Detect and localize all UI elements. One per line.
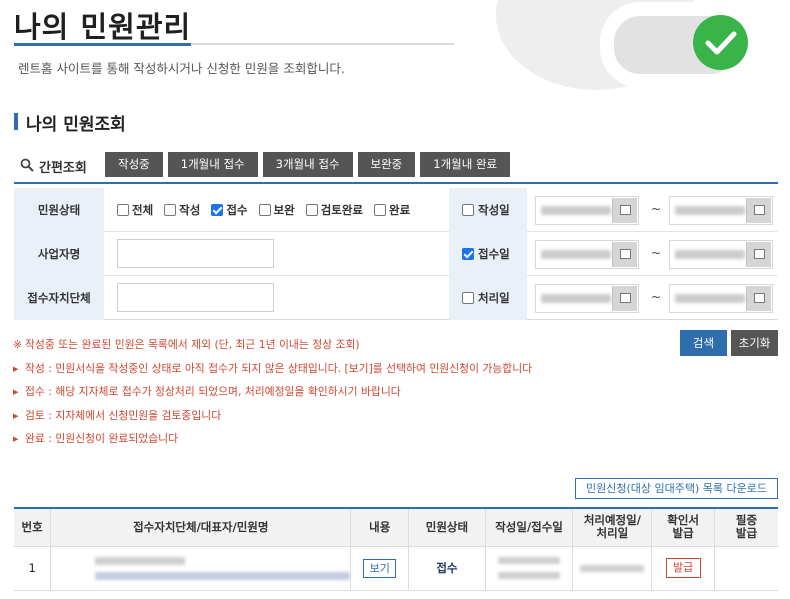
- status-supplement-checkbox[interactable]: 보완: [258, 202, 295, 218]
- reset-button[interactable]: 초기화: [731, 330, 778, 356]
- filter-form: 민원상태 전체 작성 접수 보완 검토완료 완료 작성일 ~ 사업자명 접수일 …: [14, 186, 778, 320]
- status-completed-checkbox[interactable]: 완료: [374, 202, 410, 218]
- notice-list: ※ 작성중 또는 완료된 민원은 목록에서 제외 (단, 최근 1년 이내는 정상…: [13, 337, 532, 455]
- checked-checkbox-icon: [211, 204, 224, 216]
- download-list-button[interactable]: 민원신청(대상 임대주택) 목록 다운로드: [575, 478, 778, 499]
- view-button[interactable]: 보기: [363, 558, 397, 578]
- quick-3month-received-button[interactable]: 3개월내 접수: [262, 152, 353, 177]
- local-gov-input[interactable]: [117, 283, 274, 312]
- table-row: 1 보기 접수 발급: [14, 545, 778, 591]
- row-status: 접수: [408, 545, 486, 591]
- calendar-icon[interactable]: [746, 198, 771, 223]
- col-header-content: 내용: [350, 507, 410, 547]
- processed-date-start-input[interactable]: [535, 284, 639, 313]
- written-date-checkbox[interactable]: 작성일: [449, 188, 527, 232]
- col-header-dates: 작성일/접수일: [484, 507, 574, 547]
- status-received-checkbox[interactable]: 접수: [211, 202, 248, 218]
- checkbox-icon: [462, 204, 474, 216]
- quick-writing-button[interactable]: 작성중: [105, 152, 163, 177]
- quick-search-label: 간편조회: [20, 157, 87, 176]
- row-certificate-cell: 발급: [651, 545, 715, 591]
- business-name-input[interactable]: [117, 239, 274, 268]
- col-header-certificate: 확인서 발급: [651, 507, 715, 547]
- row-process-date: [572, 545, 653, 591]
- issue-certificate-button[interactable]: 발급: [665, 558, 701, 578]
- header-decoration: [490, 0, 790, 90]
- quick-1month-completed-button[interactable]: 1개월내 완료: [420, 152, 511, 177]
- received-date-checkbox[interactable]: 접수일: [449, 232, 527, 276]
- filter-row-status: 민원상태 전체 작성 접수 보완 검토완료 완료 작성일 ~: [14, 188, 778, 232]
- notice-item: ▸ 완료 : 민원신청이 완료되었습니다: [13, 432, 178, 445]
- results-table: 번호 접수자치단체/대표자/민원명 내용 민원상태 작성일/접수일 처리예정일/…: [14, 507, 778, 591]
- notice-item: ※ 작성중 또는 완료된 민원은 목록에서 제외 (단, 최근 1년 이내는 정상…: [13, 338, 360, 351]
- row-dates: [484, 545, 574, 591]
- written-date-end-input[interactable]: [669, 196, 773, 225]
- received-date-end-input[interactable]: [669, 240, 773, 269]
- checkbox-icon: [374, 204, 387, 216]
- status-all-checkbox[interactable]: 전체: [117, 202, 153, 218]
- page-title: 나의 민원관리: [14, 10, 192, 44]
- calendar-icon[interactable]: [612, 286, 637, 311]
- checkbox-icon: [258, 204, 271, 216]
- filter-row-business: 사업자명 접수일 ~: [14, 232, 778, 276]
- col-header-gov-rep-name: 접수자치단체/대표자/민원명: [50, 507, 352, 547]
- row-receipt-cell: [713, 545, 778, 591]
- col-header-no: 번호: [14, 507, 52, 547]
- search-button[interactable]: 검색: [680, 330, 727, 356]
- checkbox-icon: [117, 204, 129, 216]
- status-reviewed-checkbox[interactable]: 검토완료: [305, 202, 363, 218]
- title-divider: [14, 43, 454, 46]
- filter-row-local-gov: 접수자치단체 처리일 ~: [14, 276, 778, 320]
- calendar-icon[interactable]: [746, 286, 771, 311]
- notice-item: ▸ 접수 : 해당 지자체로 접수가 정상처리 되었으며, 처리예정일을 확인하시…: [13, 385, 401, 398]
- page-description: 렌트홈 사이트를 통해 작성하시거나 신청한 민원을 조회합니다.: [18, 61, 345, 76]
- calendar-icon[interactable]: [746, 242, 771, 267]
- col-header-process-date: 처리예정일/ 처리일: [572, 507, 653, 547]
- quick-supplement-button[interactable]: 보완중: [357, 152, 416, 177]
- checkmark-icon: [693, 15, 748, 70]
- notice-item: ▸ 작성 : 민원서식을 작성중인 상태로 아직 접수가 되지 않은 상태입니다.…: [13, 361, 533, 375]
- col-header-receipt: 필증 발급: [713, 507, 778, 547]
- processed-date-checkbox[interactable]: 처리일: [449, 276, 527, 320]
- notice-item: ▸ 검토 : 지자체에서 신청민원을 검토중입니다: [13, 408, 222, 422]
- status-label: 민원상태: [14, 188, 104, 232]
- checkbox-icon: [305, 204, 318, 216]
- quick-search-bar: 간편조회 작성중 1개월내 접수 3개월내 접수 보완중 1개월내 완료: [14, 145, 778, 184]
- col-header-status: 민원상태: [408, 507, 486, 547]
- local-gov-label: 접수자치단체: [14, 276, 104, 320]
- quick-1month-received-button[interactable]: 1개월내 접수: [167, 152, 258, 177]
- table-header-row: 번호 접수자치단체/대표자/민원명 내용 민원상태 작성일/접수일 처리예정일/…: [14, 507, 778, 547]
- checkbox-icon: [164, 204, 177, 216]
- processed-date-end-input[interactable]: [669, 284, 773, 313]
- section-title: 나의 민원조회: [14, 110, 126, 135]
- search-icon: [20, 158, 34, 176]
- received-date-start-input[interactable]: [535, 240, 639, 269]
- row-content-cell: 보기: [350, 545, 410, 591]
- checkbox-icon: [462, 292, 474, 304]
- calendar-icon[interactable]: [612, 198, 637, 223]
- status-writing-checkbox[interactable]: 작성: [164, 202, 200, 218]
- calendar-icon[interactable]: [612, 242, 637, 267]
- row-gov-rep-name[interactable]: [50, 545, 352, 591]
- row-number: 1: [14, 545, 52, 591]
- written-date-start-input[interactable]: [535, 196, 639, 225]
- checked-checkbox-icon: [462, 248, 474, 260]
- business-label: 사업자명: [14, 232, 104, 276]
